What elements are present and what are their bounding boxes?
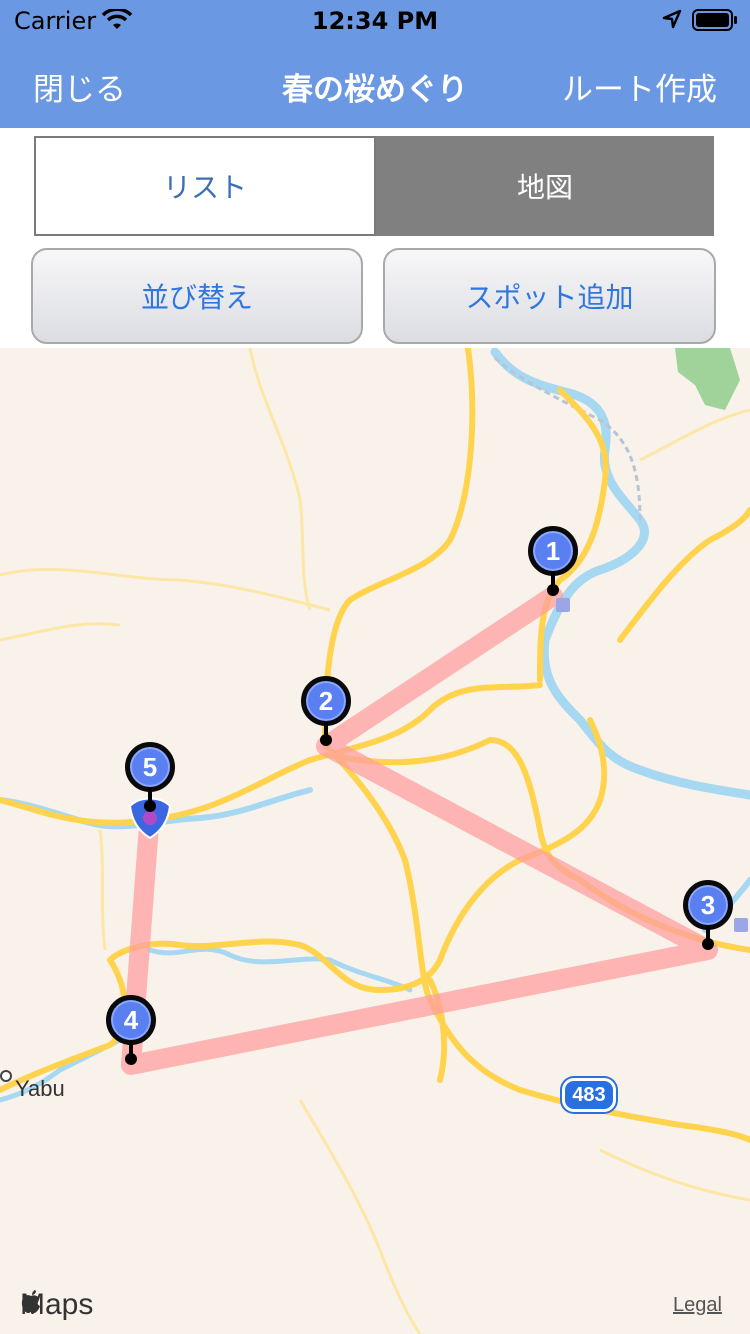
status-bar: Carrier 12:34 PM xyxy=(0,0,750,40)
legal-link[interactable]: Legal xyxy=(673,1294,722,1317)
map-pin[interactable]: 2 xyxy=(301,676,351,748)
map-pin[interactable]: 5 xyxy=(125,742,175,814)
map-canvas xyxy=(0,348,750,1334)
pin-dot xyxy=(547,584,559,596)
pin-dot xyxy=(702,938,714,950)
maps-logo: Maps xyxy=(20,1288,93,1322)
close-button[interactable]: 閉じる xyxy=(33,64,126,109)
pin-dot xyxy=(320,734,332,746)
add-spot-button[interactable]: スポット追加 xyxy=(383,248,716,344)
town-marker-icon xyxy=(0,1070,12,1082)
pin-number: 4 xyxy=(106,995,156,1045)
station-icon xyxy=(556,598,570,612)
map-view[interactable]: Yabu 483 1 2 3 4 5 Maps Legal xyxy=(0,348,750,1334)
battery-icon xyxy=(692,9,738,35)
minor-roads xyxy=(0,348,750,1334)
map-pin[interactable]: 4 xyxy=(106,995,156,1067)
pin-number: 3 xyxy=(683,880,733,930)
station-icon xyxy=(734,918,748,932)
route-shield: 483 xyxy=(562,1078,616,1112)
tab-map[interactable]: 地図 xyxy=(376,136,714,236)
sort-button[interactable]: 並び替え xyxy=(31,248,363,344)
apple-logo-icon xyxy=(21,1290,40,1313)
pin-dot xyxy=(125,1053,137,1065)
view-segmented-control: リスト 地図 xyxy=(34,136,714,236)
pin-dot xyxy=(144,800,156,812)
pin-number: 2 xyxy=(301,676,351,726)
map-pin[interactable]: 3 xyxy=(683,880,733,952)
create-route-button[interactable]: ルート作成 xyxy=(562,64,717,109)
place-label: Yabu xyxy=(15,1076,65,1101)
clock: 12:34 PM xyxy=(311,7,439,35)
map-pin[interactable]: 1 xyxy=(528,526,578,598)
navigation-bar: 閉じる 春の桜めぐり ルート作成 xyxy=(0,40,750,128)
route-line xyxy=(121,586,718,1075)
pin-number: 5 xyxy=(125,742,175,792)
location-arrow-icon xyxy=(662,9,682,33)
tab-list[interactable]: リスト xyxy=(34,136,376,236)
pin-number: 1 xyxy=(528,526,578,576)
park-area xyxy=(675,348,740,410)
